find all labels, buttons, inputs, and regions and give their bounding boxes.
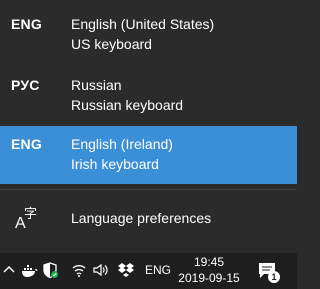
keyboard-layout: Russian keyboard	[71, 97, 184, 113]
dropbox-icon[interactable]	[117, 261, 135, 279]
clock-time[interactable]: 19:45	[180, 255, 238, 269]
notification-count-badge: 1	[268, 271, 280, 283]
taskbar: ENG 19:45 2019-09-15 1	[0, 253, 297, 289]
input-indicator[interactable]: ENG	[145, 263, 171, 277]
language-name: English (United States)	[71, 16, 215, 32]
language-item-english-ireland[interactable]: ENG English (Ireland) Irish keyboard	[0, 126, 297, 184]
windows-defender-icon[interactable]	[41, 261, 59, 279]
language-preferences-label: Language preferences	[71, 210, 212, 226]
wifi-icon[interactable]	[70, 261, 88, 279]
language-name: English (Ireland)	[71, 136, 173, 152]
input-method-flyout: ENG English (United States) US keyboard …	[0, 0, 297, 253]
language-preferences-link[interactable]: A 字 Language preferences	[0, 196, 297, 240]
chevron-up-icon[interactable]	[0, 261, 18, 279]
keyboard-layout: Irish keyboard	[71, 156, 159, 172]
language-item-english-us[interactable]: ENG English (United States) US keyboard	[0, 6, 297, 64]
keyboard-layout: US keyboard	[71, 36, 152, 52]
language-code: РУС	[11, 77, 40, 93]
language-name: Russian	[71, 77, 122, 93]
language-code: ENG	[11, 136, 42, 152]
svg-text:字: 字	[24, 207, 37, 222]
volume-icon[interactable]	[92, 261, 110, 279]
language-code: ENG	[11, 16, 42, 32]
language-item-russian[interactable]: РУС Russian Russian keyboard	[0, 67, 297, 125]
clock-date[interactable]: 2019-09-15	[178, 271, 240, 285]
docker-icon[interactable]	[20, 261, 38, 279]
divider	[0, 189, 297, 190]
language-settings-icon: A 字	[15, 207, 37, 232]
